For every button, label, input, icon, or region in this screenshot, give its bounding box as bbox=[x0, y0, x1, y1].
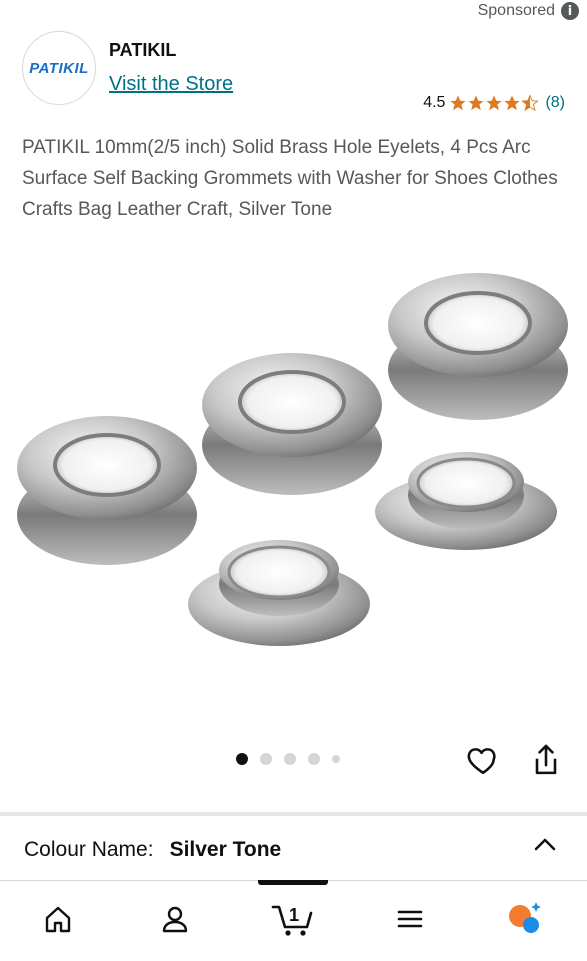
nav-active-indicator bbox=[258, 880, 328, 885]
rating-row[interactable]: 4.5 (8) bbox=[423, 94, 565, 112]
star-icon bbox=[504, 95, 520, 111]
ai-assistant-icon[interactable] bbox=[505, 899, 545, 939]
variation-label: Colour Name: bbox=[24, 838, 154, 861]
variation-value: Silver Tone bbox=[169, 838, 282, 861]
cart-icon[interactable]: 1 bbox=[270, 899, 318, 939]
section-divider bbox=[0, 812, 587, 816]
product-image[interactable] bbox=[0, 240, 587, 740]
brand-logo[interactable]: PATIKIL bbox=[22, 31, 96, 105]
carousel-dot[interactable] bbox=[236, 753, 248, 765]
grommets-photo bbox=[17, 273, 568, 646]
home-icon[interactable] bbox=[38, 899, 78, 939]
info-icon[interactable]: i bbox=[561, 2, 579, 20]
half-star-icon bbox=[521, 94, 540, 112]
rating-count[interactable]: (8) bbox=[545, 94, 565, 112]
carousel-dot[interactable] bbox=[332, 755, 340, 763]
carousel-dot[interactable] bbox=[260, 753, 272, 765]
sponsored-text: Sponsored bbox=[477, 2, 555, 19]
cart-count: 1 bbox=[289, 905, 299, 925]
sponsored-label[interactable]: Sponsored i bbox=[478, 2, 579, 20]
product-title: PATIKIL 10mm(2/5 inch) Solid Brass Hole … bbox=[22, 137, 558, 220]
account-icon[interactable] bbox=[155, 899, 195, 939]
heart-icon[interactable] bbox=[466, 743, 500, 777]
star-icon bbox=[486, 95, 502, 111]
brand-text: PATIKIL Visit the Store bbox=[109, 40, 233, 96]
star-icon bbox=[450, 95, 466, 111]
visit-store-link[interactable]: Visit the Store bbox=[109, 73, 233, 96]
carousel-dots[interactable] bbox=[236, 753, 340, 765]
share-icon[interactable] bbox=[530, 742, 562, 778]
chevron-up-icon[interactable] bbox=[533, 836, 557, 852]
carousel-dot[interactable] bbox=[284, 753, 296, 765]
brand-name: PATIKIL bbox=[109, 40, 177, 60]
rating-value: 4.5 bbox=[423, 94, 446, 111]
star-icon bbox=[468, 95, 484, 111]
brand-row: PATIKIL PATIKIL Visit the Store bbox=[22, 31, 233, 105]
bottom-nav: 1 bbox=[0, 880, 587, 961]
variation-selector[interactable]: Colour Name: Silver Tone bbox=[24, 838, 281, 862]
carousel-dot[interactable] bbox=[308, 753, 320, 765]
brand-logo-text: PATIKIL bbox=[29, 59, 89, 77]
star-rating bbox=[449, 94, 540, 112]
menu-icon[interactable] bbox=[390, 899, 430, 939]
